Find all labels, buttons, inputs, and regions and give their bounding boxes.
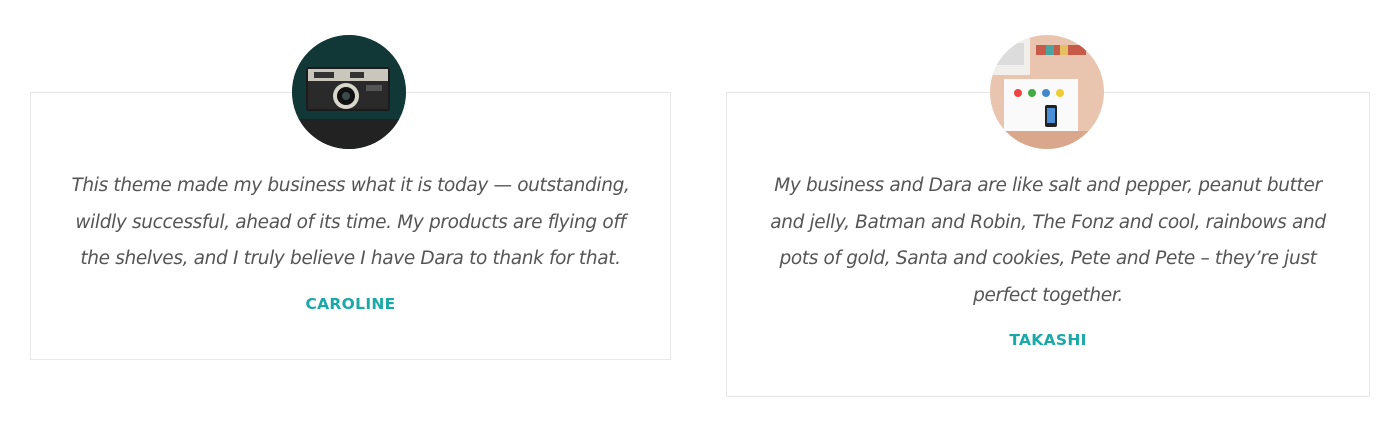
testimonial-author: CAROLINE <box>305 295 396 313</box>
desk-workspace-icon <box>990 35 1104 149</box>
testimonial-quote: This theme made my business what it is t… <box>71 175 630 269</box>
testimonial-author: TAKASHI <box>1009 331 1087 349</box>
camera-photo-icon <box>292 35 406 149</box>
testimonial-quote: My business and Dara are like salt and p… <box>770 175 1326 306</box>
